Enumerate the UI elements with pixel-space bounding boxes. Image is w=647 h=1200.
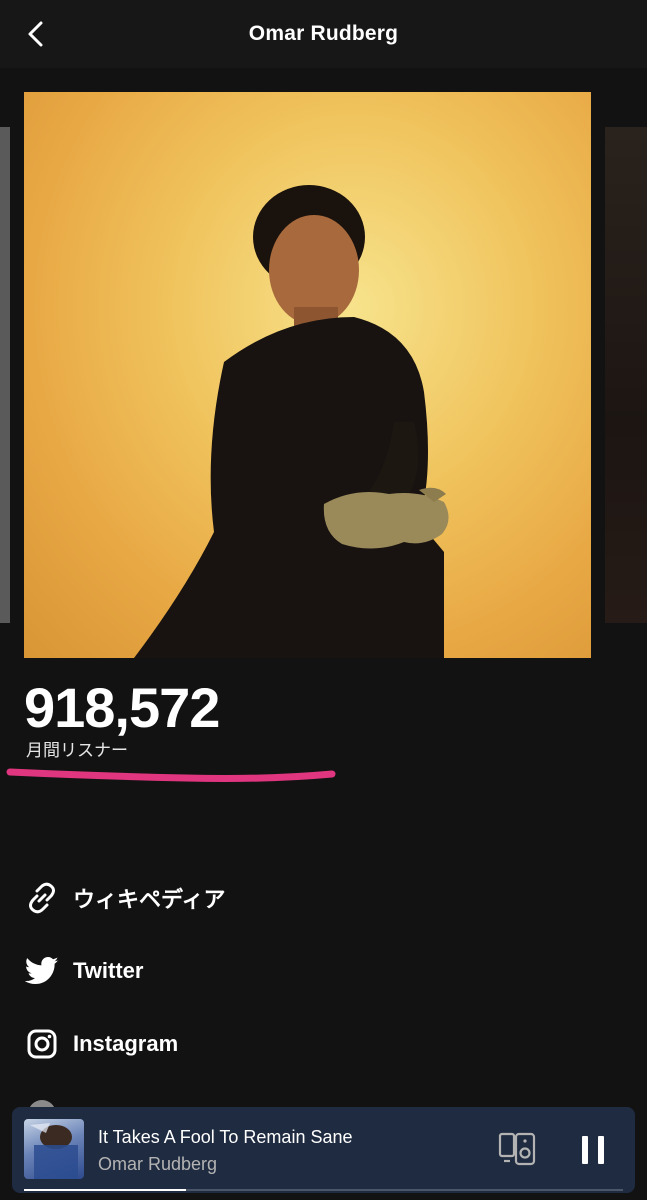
- instagram-link[interactable]: Instagram: [24, 1024, 424, 1064]
- artist-figure: [134, 185, 449, 658]
- now-playing-artist: Omar Rudberg: [98, 1154, 218, 1174]
- gallery-next-image[interactable]: [605, 127, 647, 623]
- highlight-underline: [6, 768, 336, 782]
- playback-progress-fill: [24, 1189, 186, 1191]
- monthly-listeners-label: 月間リスナー: [26, 741, 128, 760]
- album-art[interactable]: [24, 1119, 84, 1179]
- twitter-link-label: Twitter: [73, 958, 144, 983]
- speaker-device-icon: [498, 1132, 536, 1166]
- twitter-icon: [24, 953, 60, 989]
- artist-about-screen: Omar Rudberg 918,572 月間リスナー ウィキペディア Twit…: [0, 0, 647, 1200]
- instagram-link-label: Instagram: [73, 1031, 179, 1056]
- now-playing-track: It Takes A Fool To Remain Sane: [98, 1127, 353, 1147]
- artist-photo[interactable]: [24, 92, 591, 658]
- gallery-prev-image[interactable]: [0, 127, 10, 623]
- pause-icon: [582, 1136, 604, 1164]
- monthly-listeners-count: 918,572: [24, 676, 220, 739]
- wikipedia-link[interactable]: ウィキペディア: [24, 878, 424, 918]
- top-bar: Omar Rudberg: [0, 0, 647, 68]
- link-icon: [24, 880, 60, 916]
- now-playing-bar[interactable]: It Takes A Fool To Remain Sane Omar Rudb…: [12, 1107, 635, 1193]
- connect-device-button[interactable]: [498, 1131, 538, 1167]
- instagram-icon: [24, 1026, 60, 1062]
- playback-progress-bar: [24, 1189, 623, 1191]
- page-title: Omar Rudberg: [248, 22, 399, 45]
- chevron-left-icon: [28, 21, 43, 47]
- back-button[interactable]: [18, 16, 54, 52]
- twitter-link[interactable]: Twitter: [24, 951, 424, 991]
- wikipedia-link-label: ウィキペディア: [73, 887, 226, 912]
- play-pause-button[interactable]: [576, 1132, 612, 1168]
